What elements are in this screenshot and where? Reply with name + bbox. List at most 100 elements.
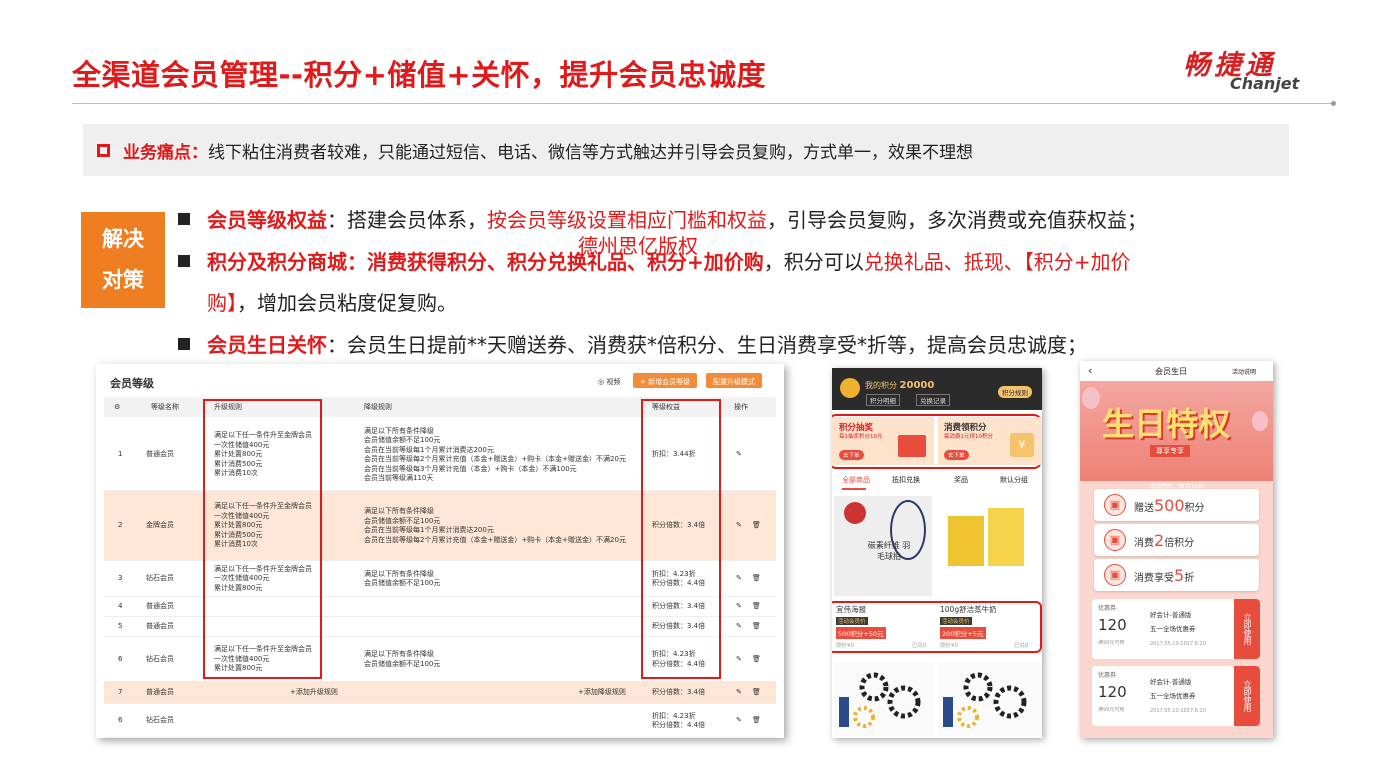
edit-icon[interactable]: ✎ xyxy=(736,521,742,531)
level-name: 钻石会员 xyxy=(146,654,174,663)
birthday-banner: 生日特权 尊享专享 xyxy=(1080,381,1273,481)
birthday-panel: ‹ 会员生日 活动说明 生日特权 尊享专享 活动时间：每月15日 ▣ 赠送500… xyxy=(1080,361,1273,738)
racket-icon xyxy=(844,502,866,524)
exchange-record-link[interactable]: 兑换记录 xyxy=(916,394,950,406)
level-name: 普通会员 xyxy=(146,602,174,610)
points-value: 20000 xyxy=(899,380,935,391)
balloon-icon xyxy=(1252,411,1268,431)
edit-icon[interactable]: ✎ xyxy=(736,688,742,698)
row-number: 1 xyxy=(118,450,123,458)
points-mall-panel: 我的积分 20000 积分明细 兑换记录 积分规则 积分抽奖 每1抽奖积分10元… xyxy=(832,368,1042,738)
gift-text: 积分 xyxy=(1184,503,1205,514)
page-title: 全渠道会员管理--积分+储值+关怀，提升会员忠诚度 xyxy=(72,58,767,92)
lottery-go-button[interactable]: 去下单 xyxy=(839,450,864,460)
delete-icon[interactable]: 🗑 xyxy=(752,574,761,584)
coupon-value: 120 xyxy=(1098,616,1127,634)
edit-icon[interactable]: ✎ xyxy=(736,716,742,726)
settings-gear-icon[interactable]: ⚙ xyxy=(114,403,120,413)
delete-icon[interactable]: 🗑 xyxy=(752,688,761,698)
add-level-button[interactable]: + 新增会员等级 xyxy=(633,373,698,388)
bullet-highlight: 购】 xyxy=(207,291,237,315)
lottery-card[interactable]: 积分抽奖 每1抽奖积分10元 去下单 xyxy=(832,417,934,465)
points-rule-button[interactable]: 积分规则 xyxy=(998,386,1032,398)
title-divider xyxy=(72,103,1334,104)
delete-icon[interactable]: 🗑 xyxy=(752,716,761,726)
divider-dot xyxy=(1331,101,1336,106)
row-number: 5 xyxy=(118,622,123,630)
consume-points-card[interactable]: 消费领积分 每消费1元得10积分 去下单 ¥ xyxy=(938,417,1042,465)
add-downgrade-rule-button: +添加降级规则 xyxy=(578,688,626,697)
coin-icon: ¥ xyxy=(1010,433,1034,457)
delete-icon[interactable]: 🗑 xyxy=(752,655,761,665)
mall-tab[interactable]: 全部商品 xyxy=(842,476,870,486)
gift-box-icon xyxy=(898,435,926,457)
brand-logo-en: Chanjet xyxy=(1230,74,1300,93)
downgrade-rule: 满足以下所有条件降级 会员储值余额不足100元 xyxy=(364,650,441,668)
points-detail-link[interactable]: 积分明细 xyxy=(866,394,900,406)
row-number: 6 xyxy=(118,654,123,663)
gift-icon: ▣ xyxy=(1104,494,1126,516)
video-link[interactable]: ◎ 视频 xyxy=(598,377,620,387)
downgrade-rule: 满足以下所有条件降级 会员储值余额不足100元 xyxy=(364,569,441,588)
product-image-caption: 碳素纤维 羽毛球拍 xyxy=(867,541,911,561)
gear-illustration xyxy=(938,662,1042,736)
gift-card-discount: ▣ 消费享受5折 xyxy=(1094,559,1259,591)
coupon-value: 120 xyxy=(1098,683,1127,701)
gift-number: 5 xyxy=(1174,566,1185,585)
level-rights: 积分倍数：3.4倍 xyxy=(652,688,706,697)
table-row: 6 钻石会员 折扣：4.23折 积分倍数：4.4倍 ✎ 🗑 xyxy=(104,704,776,738)
col-header: 降级规则 xyxy=(364,403,392,411)
coupon-card[interactable]: 优惠券 120 满99元可用 好会计-普通版 五一全场优惠券 2017.05.1… xyxy=(1092,666,1260,726)
edit-icon[interactable]: ✎ xyxy=(736,655,742,665)
product-sold: 已兑0 xyxy=(1014,643,1029,649)
level-name: 钻石会员 xyxy=(146,574,174,582)
consume-go-button[interactable]: 去下单 xyxy=(944,450,969,460)
product-image-milk[interactable] xyxy=(938,496,1042,596)
gift-text: 倍积分 xyxy=(1164,538,1195,549)
banner-subtitle: 尊享专享 xyxy=(1150,445,1190,457)
config-upgrade-button[interactable]: 配置升级模式 xyxy=(706,373,762,388)
edit-icon[interactable]: ✎ xyxy=(736,622,742,632)
milk-box-icon xyxy=(948,516,984,566)
coupon-name: 五一全场优惠券 xyxy=(1150,692,1196,700)
bullet-icon xyxy=(178,338,190,350)
level-name: 金牌会员 xyxy=(146,521,174,529)
edit-icon[interactable]: ✎ xyxy=(736,602,742,612)
panel-title: 会员等级 xyxy=(110,377,154,390)
delete-icon[interactable]: 🗑 xyxy=(752,622,761,632)
use-coupon-button[interactable]: 立即使用 xyxy=(1234,666,1260,726)
product-image-racket[interactable]: 碳素纤维 羽毛球拍 xyxy=(834,496,932,596)
bullet-text: ，引导会员复购，多次消费或充值获权益； xyxy=(767,208,1147,232)
badge-line-1: 解决 xyxy=(102,227,144,251)
table-row: 7 普通会员 +添加升级规则 +添加降级规则 积分倍数：3.4倍 ✎ 🗑 xyxy=(104,682,776,704)
mall-tab[interactable]: 默认分组 xyxy=(1000,476,1028,486)
bullet-label: 会员生日关怀 xyxy=(207,333,327,357)
highlight-box-upgrade xyxy=(203,399,322,679)
product-tag: 活动会员价 xyxy=(940,617,972,625)
badge-line-2: 对策 xyxy=(102,268,144,292)
gift-icon: ▣ xyxy=(1104,564,1126,586)
active-tab-indicator xyxy=(842,488,866,490)
level-name: 普通会员 xyxy=(146,688,174,696)
square-bullet-icon xyxy=(97,143,110,157)
milk-box-icon xyxy=(988,508,1024,566)
delete-icon[interactable]: 🗑 xyxy=(752,602,761,612)
pain-point-label: 业务痛点： xyxy=(123,142,208,163)
row-number: 7 xyxy=(118,688,123,696)
bullet-icon xyxy=(178,255,190,267)
product-price: 500积分+50元 xyxy=(836,627,886,639)
coupon-brand: 好会计-普通版 xyxy=(1150,611,1192,619)
edit-icon[interactable]: ✎ xyxy=(736,450,742,460)
activity-info-link[interactable]: 活动说明 xyxy=(1232,367,1256,376)
delete-icon[interactable]: 🗑 xyxy=(752,521,761,531)
bullet-icon xyxy=(178,213,190,225)
coupon-card[interactable]: 优惠券 120 满99元可用 好会计-普通版 五一全场优惠券 2017.05.1… xyxy=(1092,599,1260,659)
col-header: 等级名称 xyxy=(151,403,179,411)
coupon-name: 五一全场优惠券 xyxy=(1150,625,1196,633)
use-coupon-button[interactable]: 立即使用 xyxy=(1234,599,1260,659)
mall-tab[interactable]: 抵扣兑换 xyxy=(892,476,920,486)
product-tag: 活动会员价 xyxy=(836,617,868,625)
edit-icon[interactable]: ✎ xyxy=(736,574,742,584)
mall-tab[interactable]: 奖品 xyxy=(954,476,968,486)
back-arrow-icon[interactable]: ‹ xyxy=(1088,364,1092,377)
